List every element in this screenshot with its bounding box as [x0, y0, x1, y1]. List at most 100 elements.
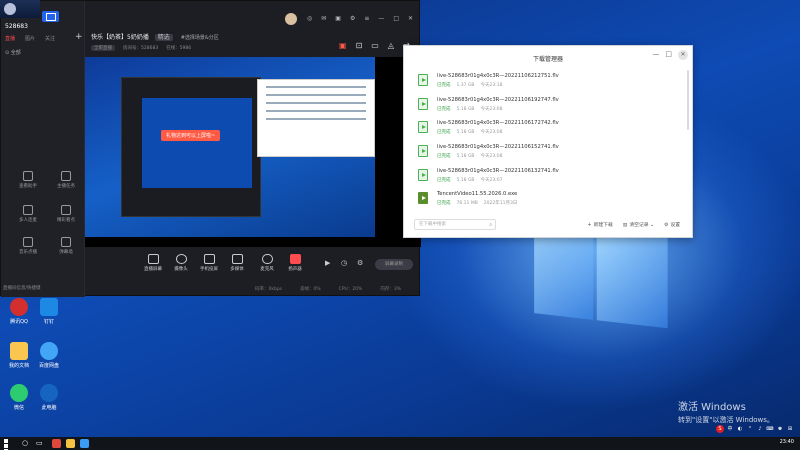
file-explorer-icon[interactable] [66, 439, 75, 448]
clear-records-button[interactable]: ▥ 清空记录 ⌄ [623, 221, 654, 228]
desktop-icon-baidu-netdisk[interactable]: 百度网盘 [32, 342, 66, 369]
keyboard-icon[interactable]: ⌨ [766, 425, 774, 433]
preview-desktop-capture: 礼物达到可以上屏啦~ [85, 57, 375, 237]
timer-icon[interactable]: ◷ [341, 259, 347, 267]
bell-icon[interactable]: ◬ [388, 41, 394, 50]
tool-viewer-assistant[interactable]: 查看助手 [13, 171, 43, 189]
download-manager-window: 下载管理器 — □ ✕ live-528683r01g4x0c3R—202211… [403, 45, 693, 238]
status-bitrate: 码率：0kbps [255, 287, 283, 292]
task-view-icon[interactable]: ▭ [36, 439, 45, 448]
search-icon[interactable]: ○ [22, 439, 31, 448]
avatar[interactable] [285, 13, 297, 25]
settings-button[interactable]: ⚙ 设置 [664, 221, 680, 228]
screen-share-button[interactable]: 直播屏幕 [141, 254, 165, 272]
tool-danmaku-wall[interactable]: 弹幕墙 [51, 237, 81, 255]
activate-title: 激活 Windows [678, 402, 746, 413]
sidebar-footer[interactable]: 直播间信息/快捷键 [3, 285, 41, 291]
tool-highlights[interactable]: 精彩看点 [51, 205, 81, 223]
speaker-button[interactable]: 扬声器 [283, 254, 307, 272]
room-meta: 全职直播 房间号：528683 在线：5986 [91, 45, 191, 51]
camera-button[interactable]: 摄像头 [169, 254, 193, 272]
multimedia-button[interactable]: 多媒体 [225, 254, 249, 272]
room-title-text[interactable]: 快乐【奶茶】5奶奶播 [91, 34, 149, 41]
download-item[interactable]: live-528683r01g4x0c3R—20221106192747.flv… [418, 94, 684, 118]
minimize-icon[interactable]: — [652, 50, 659, 60]
window-controls: — □ ✕ [652, 50, 688, 60]
record-button[interactable]: 屏幕录制 [375, 259, 413, 270]
room-badge[interactable]: 精选 [154, 34, 173, 41]
coin-icon[interactable]: ◎ [307, 15, 312, 22]
file-info: 已完成 76.11 MB 2022年11月3日 [437, 200, 517, 206]
desktop-icon-wechat[interactable]: 微信 [2, 384, 36, 411]
file-date: 今天23:18 [480, 83, 503, 88]
all-sources-label[interactable]: ⊙ 全部 [5, 49, 21, 56]
scene-selector[interactable]: #选择场景&分区 [181, 35, 219, 41]
taskbar: ○ ▭ 23:40 [0, 437, 800, 450]
logo-image [0, 0, 40, 18]
file-name: live-528683r01g4x0c3R—20221106172742.flv [437, 120, 559, 127]
tab-live[interactable]: 直播 [5, 35, 15, 42]
wechat-icon [10, 384, 28, 402]
gift-box-icon[interactable]: ▣ [339, 41, 347, 50]
maximize-icon[interactable]: □ [665, 50, 672, 60]
stream-preview[interactable]: 礼物达到可以上屏啦~ [85, 57, 421, 247]
tool-music[interactable]: 音乐点播 [13, 237, 43, 255]
exe-file-icon [418, 192, 428, 205]
desktop-icon-dingtalk[interactable]: 钉钉 [32, 298, 66, 325]
taskbar-app-icon[interactable] [80, 439, 89, 448]
screen-icon[interactable]: ▭ [371, 41, 379, 50]
search-placeholder: 在下载中搜索 [419, 222, 446, 227]
desktop-icon-this-pc[interactable]: 此电脑 [32, 384, 66, 411]
scrollbar[interactable] [687, 70, 689, 130]
close-icon[interactable]: ✕ [408, 15, 413, 22]
video-icon[interactable]: ▶ [325, 259, 330, 267]
tab-follow[interactable]: 关注 [45, 35, 55, 42]
grid-icon[interactable]: ⊞ [786, 425, 794, 433]
category-pill[interactable]: 全职直播 [91, 45, 115, 51]
download-item[interactable]: live-528683r01g4x0c3R—20221106212751.flv… [418, 70, 684, 94]
download-item[interactable]: live-528683r01g4x0c3R—20221106152741.flv… [418, 141, 684, 165]
sogou-icon[interactable]: S [716, 425, 724, 433]
file-date: 今天23:08 [480, 154, 503, 160]
punctuation-icon[interactable]: ° [746, 425, 754, 433]
gift-icon[interactable]: ▣ [335, 15, 341, 22]
desktop-icon-qq[interactable]: 腾讯QQ [2, 298, 36, 325]
close-icon[interactable]: ✕ [678, 50, 688, 60]
video-file-icon [418, 121, 428, 134]
settings-icon[interactable]: ⚙ [350, 15, 355, 22]
download-item[interactable]: live-528683r01g4x0c3R—20221106132741.flv… [418, 165, 684, 189]
desktop-icon-documents[interactable]: 我的文档 [2, 342, 36, 369]
download-item[interactable]: live-528683r01g4x0c3R—20221106172742.flv… [418, 117, 684, 141]
tool-multi-mic[interactable]: 多人连麦 [13, 205, 43, 223]
ime-mode-icon[interactable]: 中 [726, 425, 734, 433]
new-download-button[interactable]: + 新建下载 [588, 221, 613, 228]
settings-icon[interactable]: ⚙ [357, 259, 363, 267]
moon-icon[interactable]: ◐ [736, 425, 744, 433]
download-search-input[interactable]: 在下载中搜索 ⌕ [414, 219, 496, 230]
phone-cast-button[interactable]: 手机投屏 [197, 254, 221, 272]
clock[interactable]: 23:40 [780, 439, 794, 445]
minimize-icon[interactable]: — [378, 15, 384, 22]
online-count: 在线：5986 [166, 46, 192, 51]
tab-images[interactable]: 图片 [25, 35, 35, 42]
file-status: 已完成 [437, 106, 451, 112]
screen-capture-icon[interactable] [42, 11, 59, 22]
lock-icon[interactable]: ⊡ [356, 41, 363, 50]
menu-icon[interactable]: ≡ [364, 15, 369, 22]
tool-anchor-tasks[interactable]: 主播任务 [51, 171, 81, 189]
ime-toolbar: S 中 ◐ ° ♪ ⌨ ♚ ⊞ [716, 425, 794, 433]
desktop-icon-label: 我的文档 [8, 363, 29, 369]
skin-icon[interactable]: ♚ [776, 425, 784, 433]
add-source-button[interactable]: + [75, 32, 83, 42]
start-button[interactable] [4, 439, 13, 450]
download-list: live-528683r01g4x0c3R—20221106212751.flv… [418, 70, 684, 212]
file-size: 5.18 GB [456, 130, 475, 136]
microphone-icon[interactable]: ♪ [756, 425, 764, 433]
search-icon[interactable]: ⌕ [489, 221, 492, 230]
maximize-icon[interactable]: □ [393, 15, 399, 22]
taskbar-app-icon[interactable] [52, 439, 61, 448]
download-item[interactable]: TencentVideo11.55.2026.0.exe 已完成 76.11 MB… [418, 188, 684, 212]
file-size: 5.18 GB [456, 106, 475, 112]
microphone-button[interactable]: 麦克风 [255, 254, 279, 272]
chat-icon[interactable]: ✉ [321, 15, 326, 22]
